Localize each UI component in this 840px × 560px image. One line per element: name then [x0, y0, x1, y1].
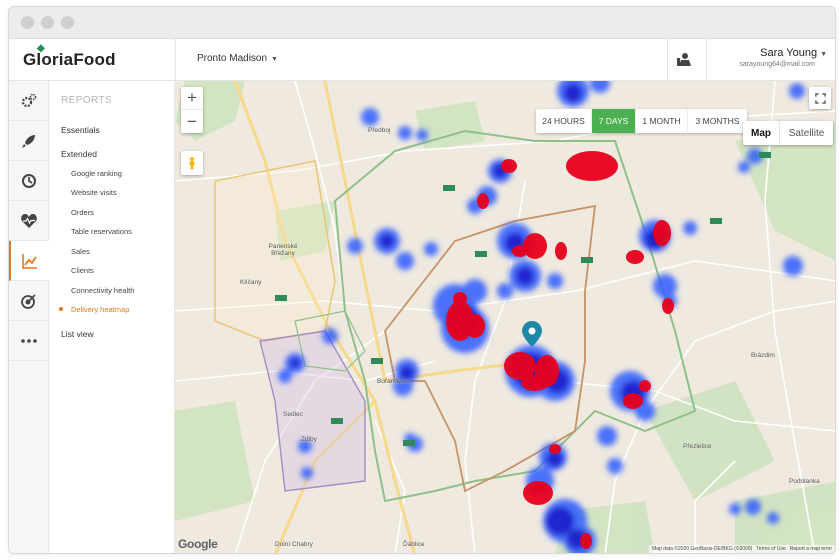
reports-subnav: REPORTS Essentials Extended Google ranki…: [49, 81, 175, 553]
range-7-days[interactable]: 7 DAYS: [592, 109, 636, 133]
subnav-title: REPORTS: [61, 95, 112, 106]
chevron-down-icon: ▼: [271, 56, 278, 63]
window-zoom-dot[interactable]: [61, 16, 74, 29]
zoom-control: + −: [181, 87, 203, 133]
place-label: Předboj: [368, 127, 391, 134]
main-icon-sidebar: [9, 81, 49, 553]
place-label: Bořanovice: [377, 378, 410, 385]
target-icon[interactable]: [9, 281, 49, 321]
range-3-months[interactable]: 3 MONTHS: [688, 109, 747, 133]
window-minimize-dot[interactable]: [41, 16, 54, 29]
app-header: ◆ GloriaFood Pronto Madison ▼ Sara Young ▼…: [9, 39, 835, 81]
leaf-icon: ◆: [37, 43, 45, 54]
gloriafood-logo[interactable]: ◆ GloriaFood: [23, 43, 116, 70]
subnav-item-table-reservations[interactable]: Table reservations: [71, 227, 132, 236]
window-titlebar: [9, 7, 835, 39]
subnav-item-website-visits[interactable]: Website visits: [71, 188, 117, 197]
assign-person-icon[interactable]: [673, 49, 695, 71]
subnav-item-orders[interactable]: Orders: [71, 208, 94, 217]
range-1-month[interactable]: 1 MONTH: [636, 109, 688, 133]
subnav-extended[interactable]: Extended: [61, 149, 97, 159]
place-label: Zdiby: [301, 436, 317, 443]
place-label: Ďáblice: [403, 541, 425, 548]
delivery-heatmap-map[interactable]: Předboj Panenské Břežany Klíčany Bořanov…: [175, 81, 835, 553]
chevron-down-icon: ▼: [820, 51, 827, 58]
google-logo[interactable]: Google: [178, 537, 218, 551]
rocket-icon[interactable]: [9, 121, 49, 161]
browser-window: ◆ GloriaFood Pronto Madison ▼ Sara Young ▼…: [8, 6, 836, 554]
map-canvas: [175, 81, 835, 553]
street-view-pegman-icon[interactable]: [181, 151, 203, 175]
fullscreen-icon[interactable]: [809, 87, 831, 109]
reports-chart-icon[interactable]: [9, 241, 49, 281]
user-email: sarayoung64@mail.com: [739, 61, 815, 68]
subnav-essentials[interactable]: Essentials: [61, 125, 100, 135]
restaurant-selector[interactable]: Pronto Madison ▼: [197, 53, 278, 64]
user-menu[interactable]: Sara Young ▼ sarayoung64@mail.com: [739, 47, 827, 68]
user-name: Sara Young: [760, 47, 818, 59]
subnav-item-clients[interactable]: Clients: [71, 266, 94, 275]
map-type-control: Map Satellite: [743, 121, 833, 145]
range-24-hours[interactable]: 24 HOURS: [536, 109, 592, 133]
setup-icon[interactable]: [9, 81, 49, 121]
subnav-item-sales[interactable]: Sales: [71, 247, 90, 256]
current-item-bullet: [59, 307, 63, 311]
zoom-in-button[interactable]: +: [181, 87, 203, 110]
place-label: Podolanka: [789, 478, 820, 485]
orders-cycle-icon[interactable]: [9, 161, 49, 201]
subnav-list-view[interactable]: List view: [61, 329, 94, 339]
place-label: Panenské Břežany: [268, 243, 298, 257]
attribution-text: Map data ©2020 GeoBasis-DE/BKG (©2009): [652, 546, 753, 552]
place-label: Klíčany: [240, 279, 262, 286]
subnav-item-connectivity-health[interactable]: Connectivity health: [71, 286, 134, 295]
restaurant-name: Pronto Madison: [197, 53, 268, 64]
subnav-item-delivery-heatmap[interactable]: Delivery heatmap: [71, 305, 129, 314]
zoom-out-button[interactable]: −: [181, 110, 203, 133]
place-label: Sedlec: [283, 411, 303, 418]
subnav-item-google-ranking[interactable]: Google ranking: [71, 169, 122, 178]
map-type-satellite[interactable]: Satellite: [779, 121, 833, 145]
time-range-selector: 24 HOURS 7 DAYS 1 MONTH 3 MONTHS: [536, 109, 747, 133]
header-divider: [706, 39, 707, 81]
header-divider: [667, 39, 668, 81]
heart-pulse-icon[interactable]: [9, 201, 49, 241]
place-label: Brázdim: [751, 352, 775, 359]
terms-link[interactable]: Terms of Use: [756, 546, 785, 552]
map-type-map[interactable]: Map: [743, 121, 779, 145]
place-label: Přezletice: [683, 443, 712, 450]
place-label: Dolní Chabry: [275, 541, 313, 548]
map-attribution: Map data ©2020 GeoBasis-DE/BKG (©2009) Te…: [649, 545, 835, 553]
header-divider: [175, 39, 176, 81]
window-close-dot[interactable]: [21, 16, 34, 29]
more-dots-icon[interactable]: [9, 321, 49, 361]
report-map-error-link[interactable]: Report a map error: [790, 546, 832, 552]
